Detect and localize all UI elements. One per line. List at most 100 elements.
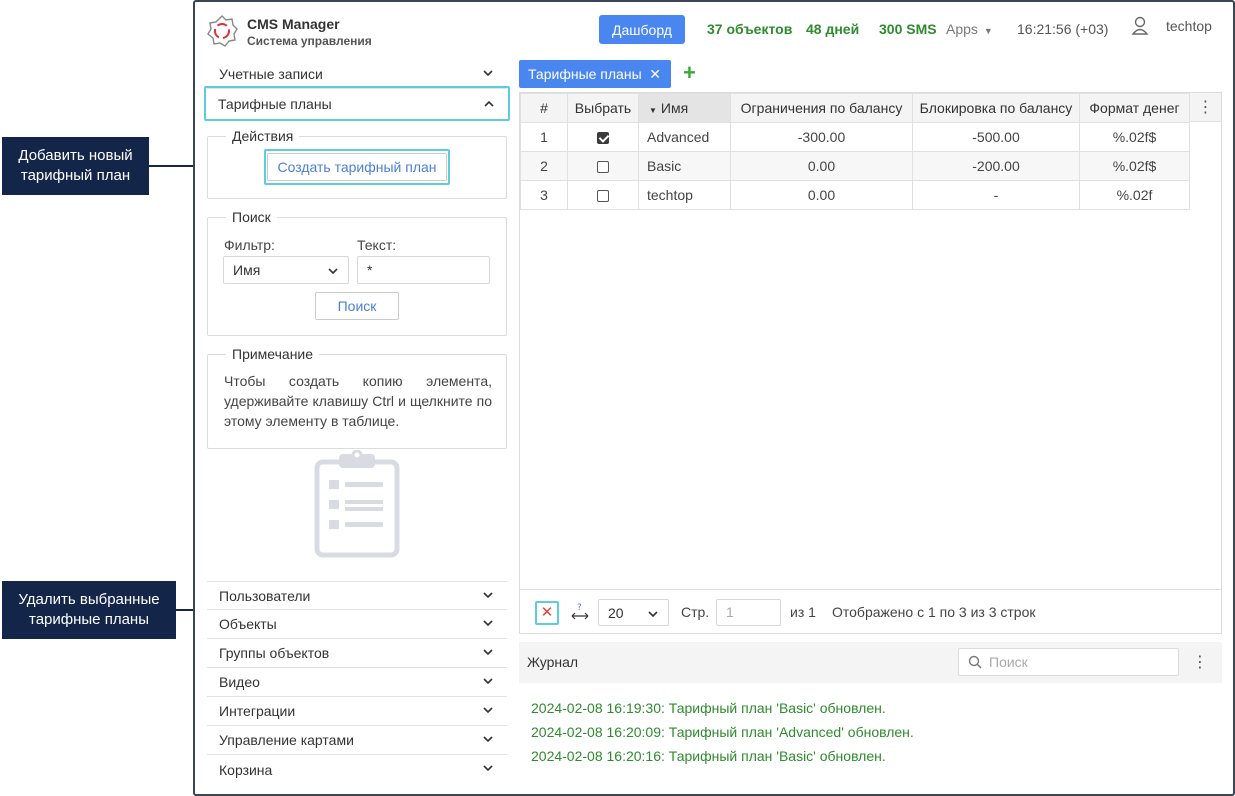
sidebar-item-label: Тарифные планы xyxy=(218,95,332,112)
row-money-format: %.02f$ xyxy=(1079,122,1190,152)
plans-grid: # Выбрать ▼ Имя Ограничения по балансу Бл… xyxy=(519,92,1222,634)
row-number: 3 xyxy=(520,180,568,210)
sidebar-item-maps[interactable]: Управление картами xyxy=(207,726,507,755)
table-row[interactable]: 3 techtop 0.00- %.02f xyxy=(520,180,1190,210)
chevron-down-icon xyxy=(483,736,493,743)
row-checkbox[interactable] xyxy=(597,161,609,174)
note-legend: Примечание xyxy=(226,346,320,362)
sidebar-item-trash[interactable]: Корзина xyxy=(207,755,507,784)
col-header-number[interactable]: # xyxy=(520,93,568,123)
filter-select[interactable]: Имя xyxy=(223,256,349,284)
user-name[interactable]: techtop xyxy=(1166,18,1212,34)
text-label: Текст: xyxy=(357,237,397,253)
callout-add-plan-text: Добавить новый тарифный план xyxy=(18,147,133,184)
note-text: Чтобы создать копию элемента, удерживайт… xyxy=(224,373,492,429)
sidebar-item-integrations[interactable]: Интеграции xyxy=(207,697,507,726)
sidebar-item-label: Пользователи xyxy=(219,587,311,604)
tab-tariff-plans[interactable]: Тарифные планы ✕ xyxy=(519,60,671,88)
row-balance-limit: -300.00 xyxy=(730,122,913,152)
actions-panel: Действия Создать тарифный план xyxy=(207,128,507,199)
user-icon[interactable] xyxy=(1131,16,1149,36)
chevron-down-icon xyxy=(483,70,493,77)
page-size-select[interactable]: 20 xyxy=(598,599,669,626)
chevron-down-icon xyxy=(483,765,493,772)
search-panel: Поиск Фильтр: Текст: Имя * Поиск xyxy=(207,209,507,336)
page-input[interactable]: 1 xyxy=(716,599,781,626)
row-number: 1 xyxy=(520,122,568,152)
row-name: Basic xyxy=(638,151,731,181)
search-button[interactable]: Поиск xyxy=(315,292,399,320)
table-row[interactable]: 1 Advanced -300.00 -500.00 %.02f$ xyxy=(520,122,1190,152)
clock: 16:21:56 (+03) xyxy=(1017,21,1109,37)
svg-text:?: ? xyxy=(577,603,582,613)
row-select xyxy=(567,151,639,181)
apps-label: Apps xyxy=(946,21,978,37)
chevron-down-icon xyxy=(483,649,493,656)
col-header-name-label: Имя xyxy=(660,100,689,116)
row-name: Advanced xyxy=(638,122,731,152)
create-plan-label: Создать тарифный план xyxy=(267,153,447,181)
filter-label: Фильтр: xyxy=(224,237,275,253)
callout-delete-plans-text: Удалить выбранные тарифные планы xyxy=(18,591,160,628)
sidebar-item-video[interactable]: Видео xyxy=(207,668,507,697)
plans-table: # Выбрать ▼ Имя Ограничения по балансу Бл… xyxy=(520,93,1190,210)
col-header-select[interactable]: Выбрать xyxy=(567,93,639,123)
app-subtitle: Система управления xyxy=(247,34,372,48)
row-balance-limit: 0.00 xyxy=(730,180,913,210)
chevron-down-icon xyxy=(483,592,493,599)
rows-shown: Отображено с 1 по 3 из 3 строк xyxy=(832,604,1036,620)
journal-search-input[interactable]: Поиск xyxy=(958,648,1179,676)
journal-title: Журнал xyxy=(527,654,579,670)
search-text-input[interactable]: * xyxy=(357,256,490,284)
table-row[interactable]: 2 Basic 0.00 -200.00 %.02f$ xyxy=(520,151,1190,181)
row-select xyxy=(567,180,639,210)
chevron-down-icon xyxy=(328,268,338,275)
journal-search-placeholder: Поиск xyxy=(989,654,1028,670)
callout-delete-plans: Удалить выбранные тарифные планы xyxy=(2,581,176,639)
sidebar-item-label: Корзина xyxy=(219,761,273,778)
apps-menu[interactable]: Apps ▼ xyxy=(946,21,993,37)
row-name: techtop xyxy=(638,180,731,210)
row-balance-block: -500.00 xyxy=(912,122,1080,152)
callout-add-plan: Добавить новый тарифный план xyxy=(2,137,149,195)
filter-select-value: Имя xyxy=(233,262,261,278)
row-balance-limit: 0.00 xyxy=(730,151,913,181)
col-header-balance-limit[interactable]: Ограничения по балансу xyxy=(730,93,913,123)
col-header-name[interactable]: ▼ Имя xyxy=(638,93,731,123)
sidebar-item-tariff-plans[interactable]: Тарифные планы xyxy=(204,86,510,121)
row-checkbox[interactable] xyxy=(597,190,609,203)
sidebar-item-label: Интеграции xyxy=(219,703,296,719)
sidebar-item-accounts[interactable]: Учетные записи xyxy=(207,60,507,89)
sidebar-item-objects[interactable]: Объекты xyxy=(207,610,507,639)
chevron-down-icon xyxy=(483,620,493,627)
dashboard-button[interactable]: Дашборд xyxy=(599,15,685,44)
add-tab-button[interactable]: + xyxy=(683,61,696,85)
clipboard-icon xyxy=(314,450,400,558)
column-menu-icon[interactable]: ⋮ xyxy=(1189,93,1221,122)
sort-desc-icon: ▼ xyxy=(649,106,657,115)
sidebar-item-users[interactable]: Пользователи xyxy=(207,581,507,610)
caret-down-icon: ▼ xyxy=(983,26,993,36)
days-stat[interactable]: 48 дней xyxy=(806,21,859,37)
create-plan-button[interactable]: Создать тарифный план xyxy=(264,149,450,185)
sidebar-item-object-groups[interactable]: Группы объектов xyxy=(207,639,507,668)
row-select xyxy=(567,122,639,152)
journal-menu-icon[interactable]: ⋮ xyxy=(1192,652,1208,672)
objects-stat[interactable]: 37 объектов xyxy=(707,21,792,37)
close-icon[interactable]: ✕ xyxy=(649,60,661,88)
sidebar-item-label: Учетные записи xyxy=(219,66,323,82)
row-checkbox[interactable] xyxy=(597,132,609,145)
sidebar-item-label: Управление картами xyxy=(219,732,354,748)
tab-label: Тарифные планы xyxy=(528,66,642,82)
col-header-balance-block[interactable]: Блокировка по балансу xyxy=(912,93,1080,123)
row-money-format: %.02f xyxy=(1079,180,1190,210)
delete-selected-button[interactable]: ✕ xyxy=(535,601,559,625)
actions-legend: Действия xyxy=(226,128,300,144)
app-window: CMS Manager Система управления Дашборд 3… xyxy=(193,0,1235,796)
chevron-up-icon xyxy=(484,100,494,107)
col-header-money-format[interactable]: Формат денег xyxy=(1079,93,1190,123)
page-label: Стр. xyxy=(681,604,710,620)
fit-columns-icon[interactable]: ? xyxy=(570,602,590,622)
sms-stat[interactable]: 300 SMS xyxy=(879,21,937,37)
journal-entry: 2024-02-08 16:20:16: Тарифный план 'Basi… xyxy=(531,748,886,764)
